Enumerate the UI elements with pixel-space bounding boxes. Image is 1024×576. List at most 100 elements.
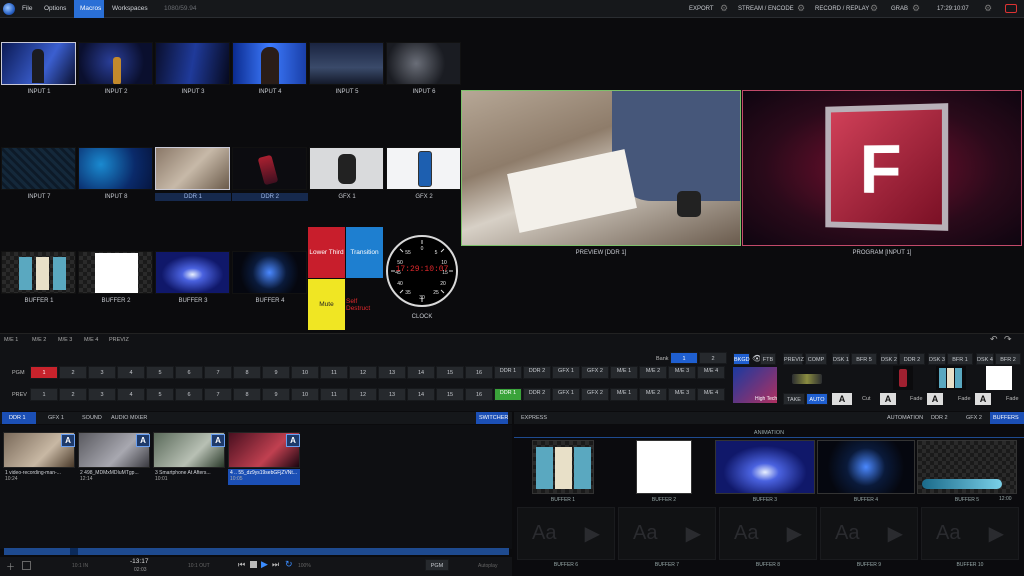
anim-buffer-1[interactable] (532, 440, 594, 494)
prev-row-button-23[interactable]: M/E 3 (668, 388, 696, 401)
fade-a-icon-2[interactable]: A (927, 393, 943, 405)
menu-macros[interactable]: Macros (74, 0, 104, 18)
timeline-playhead[interactable] (70, 548, 78, 555)
me-tab-1[interactable]: M/E 1 (4, 337, 18, 343)
source-buffer-2[interactable] (78, 251, 153, 294)
tab-ddr-1[interactable]: DDR 1 (2, 412, 36, 424)
fade-a-icon[interactable]: A (880, 393, 896, 405)
fade-label-2[interactable]: Fade (958, 396, 971, 402)
clip-title-icon[interactable]: A (61, 434, 75, 447)
prev-row-button-3[interactable]: 3 (88, 388, 116, 401)
dsk-3-preview[interactable] (936, 366, 966, 390)
source-input-7[interactable] (1, 147, 76, 190)
dsk-1-button[interactable]: DSK 1 (832, 353, 850, 365)
empty-buffer-slot[interactable]: Aa ▶ (618, 507, 716, 560)
dsk-4-source[interactable]: BFR 2 (995, 353, 1021, 365)
grab-gear-icon[interactable]: ⚙ (912, 3, 920, 14)
tab-audio-mixer[interactable]: AUDIO MIXER (104, 412, 154, 424)
pgm-row-button-8[interactable]: 8 (233, 366, 261, 379)
macro-transition-button[interactable]: Transition (346, 227, 383, 278)
source-input-4[interactable] (232, 42, 307, 85)
pgm-row-button-6[interactable]: 6 (175, 366, 203, 379)
menu-options[interactable]: Options (38, 0, 72, 18)
tab-ddr-2[interactable]: DDR 2 (924, 412, 955, 424)
anim-buffer-3[interactable] (715, 440, 815, 494)
pgm-row-button-17[interactable]: DDR 1 (494, 366, 522, 379)
bank-1-button[interactable]: 1 (670, 352, 698, 364)
previous-icon[interactable]: ⏮ (238, 560, 245, 570)
pgm-row-button-1[interactable]: 1 (30, 366, 58, 379)
menu-file[interactable]: File (16, 0, 38, 18)
ddr-clip-info[interactable]: 3 Smartphone At Afters... 10:01 (153, 469, 225, 485)
anim-buffer-5[interactable] (917, 440, 1017, 494)
record-gear-icon[interactable]: ⚙ (870, 3, 878, 14)
empty-buffer-slot[interactable]: Aa ▶ (820, 507, 918, 560)
pgm-row-button-11[interactable]: 11 (320, 366, 348, 379)
prev-row-button-9[interactable]: 9 (262, 388, 290, 401)
me-tab-previz[interactable]: PREVIZ (109, 337, 129, 343)
prev-row-button-12[interactable]: 12 (349, 388, 377, 401)
pgm-row-button-16[interactable]: 16 (465, 366, 493, 379)
pgm-row-button-3[interactable]: 3 (88, 366, 116, 379)
fade-a-icon-3[interactable]: A (975, 393, 991, 405)
stream-gear-icon[interactable]: ⚙ (797, 3, 805, 14)
cut-label[interactable]: Cut (862, 396, 871, 402)
empty-buffer-slot[interactable]: Aa ▶ (517, 507, 615, 560)
me-tab-4[interactable]: M/E 4 (84, 337, 98, 343)
me-tab-3[interactable]: M/E 3 (58, 337, 72, 343)
prev-row-button-6[interactable]: 6 (175, 388, 203, 401)
pgm-row-button-18[interactable]: DDR 2 (523, 366, 551, 379)
prev-row-button-19[interactable]: GFX 1 (552, 388, 580, 401)
source-buffer-3[interactable] (155, 251, 230, 294)
prev-row-button-11[interactable]: 11 (320, 388, 348, 401)
prev-row-button-2[interactable]: 2 (59, 388, 87, 401)
mark-out[interactable]: 10:1 OUT (188, 563, 210, 569)
pgm-row-button-15[interactable]: 15 (436, 366, 464, 379)
previz-button[interactable]: PREVIZ (783, 353, 803, 365)
prev-row-button-21[interactable]: M/E 1 (610, 388, 638, 401)
ddr-clip-info[interactable]: 2 498_MDMxMDIuMTgp... 12:14 (78, 469, 150, 485)
take-button[interactable]: TAKE (783, 393, 805, 405)
prev-row-button-13[interactable]: 13 (378, 388, 406, 401)
pgm-row-button-9[interactable]: 9 (262, 366, 290, 379)
prev-row-button-24[interactable]: M/E 4 (697, 388, 725, 401)
tab-switcher[interactable]: SWITCHER (476, 412, 508, 424)
pgm-row-button-2[interactable]: 2 (59, 366, 87, 379)
prev-row-button-22[interactable]: M/E 2 (639, 388, 667, 401)
notification-icon[interactable] (1005, 4, 1017, 13)
anim-buffer-4[interactable] (817, 440, 915, 494)
source-input-1[interactable] (1, 42, 76, 85)
source-input-3[interactable] (155, 42, 230, 85)
source-gfx-1[interactable] (309, 147, 384, 190)
empty-buffer-slot[interactable]: Aa ▶ (719, 507, 817, 560)
pgm-row-button-4[interactable]: 4 (117, 366, 145, 379)
prev-row-button-14[interactable]: 14 (407, 388, 435, 401)
bank-2-button[interactable]: 2 (699, 352, 727, 364)
prev-row-button-5[interactable]: 5 (146, 388, 174, 401)
autoplay-toggle[interactable]: Autoplay (478, 563, 497, 569)
source-buffer-4[interactable] (232, 251, 307, 294)
pgm-row-button-14[interactable]: 14 (407, 366, 435, 379)
cut-a-icon[interactable]: A (832, 393, 852, 405)
prev-row-label[interactable]: PREV (12, 392, 27, 398)
app-logo-icon[interactable] (3, 3, 15, 15)
prev-row-button-10[interactable]: 10 (291, 388, 319, 401)
source-input-2[interactable] (78, 42, 153, 85)
macro-self-destruct-button[interactable]: Self Destruct (346, 279, 383, 330)
t-bar-slider[interactable] (792, 374, 822, 384)
dsk-4-button[interactable]: DSK 4 (976, 353, 994, 365)
program-monitor[interactable]: F (742, 90, 1022, 246)
export-gear-icon[interactable]: ⚙ (720, 3, 728, 14)
loop-icon[interactable]: ↻ (285, 559, 293, 570)
prev-row-button-8[interactable]: 8 (233, 388, 261, 401)
pgm-row-button-21[interactable]: M/E 1 (610, 366, 638, 379)
preview-monitor[interactable] (461, 90, 741, 246)
bkgd-button[interactable]: BKGD (733, 353, 750, 365)
pgm-row-label[interactable]: PGM (12, 370, 25, 376)
dsk-3-button[interactable]: DSK 3 (928, 353, 946, 365)
fade-label-1[interactable]: Fade (910, 396, 923, 402)
stop-icon[interactable] (250, 561, 257, 568)
pgm-row-button-13[interactable]: 13 (378, 366, 406, 379)
redo-icon[interactable]: ↷ (1004, 334, 1012, 345)
prev-row-button-7[interactable]: 7 (204, 388, 232, 401)
